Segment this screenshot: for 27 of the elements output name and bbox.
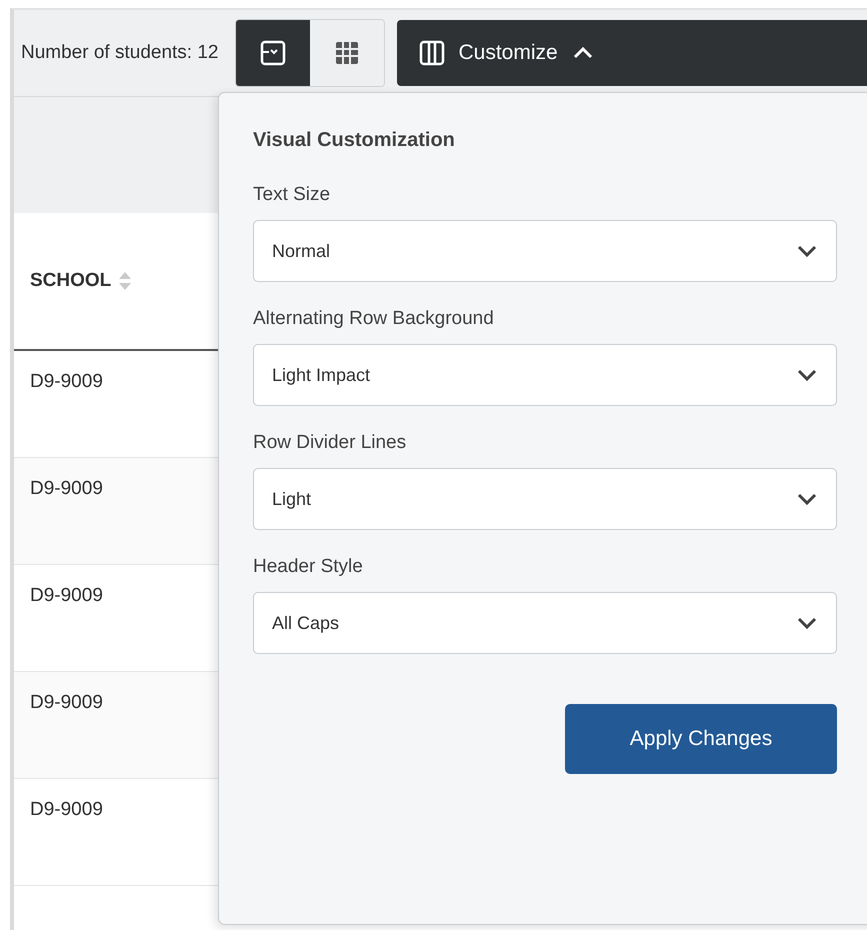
panel-title: Visual Customization [253, 129, 456, 152]
field-label: Text Size [253, 184, 332, 206]
dropdown-select[interactable]: All Caps [253, 592, 837, 654]
table-cell: D9-9009 [30, 371, 103, 392]
dropdown-select[interactable]: Light Impact [253, 344, 837, 406]
student-count: Number of students: 12 [21, 42, 218, 64]
apply-button[interactable]: Apply Changes [565, 704, 837, 774]
chevron-down-icon [796, 244, 818, 258]
table-cell: D9-9009 [30, 692, 103, 713]
chevron-down-icon [796, 492, 818, 506]
table-cell: D9-9009 [30, 478, 103, 499]
column-header: SCHOOL [30, 270, 112, 292]
columns-icon [418, 40, 444, 66]
chevron-down-icon [796, 616, 818, 630]
field-label: Row Divider Lines [253, 432, 408, 454]
table-cell: D9-9009 [30, 585, 103, 606]
dropdown-select[interactable]: Normal [253, 220, 837, 282]
chevron-down-icon [796, 368, 818, 382]
view-toggle[interactable] [236, 20, 310, 86]
field-label: Header Style [253, 556, 364, 578]
grid-view-icon [334, 40, 360, 66]
chevron-up-icon [572, 46, 594, 60]
table-cell: D9-9009 [30, 799, 103, 820]
customize-button[interactable]: Customize [396, 20, 867, 86]
dropdown-select[interactable]: Light [253, 468, 837, 530]
field-label: Alternating Row Background [253, 308, 495, 330]
card-view-icon [260, 40, 286, 66]
